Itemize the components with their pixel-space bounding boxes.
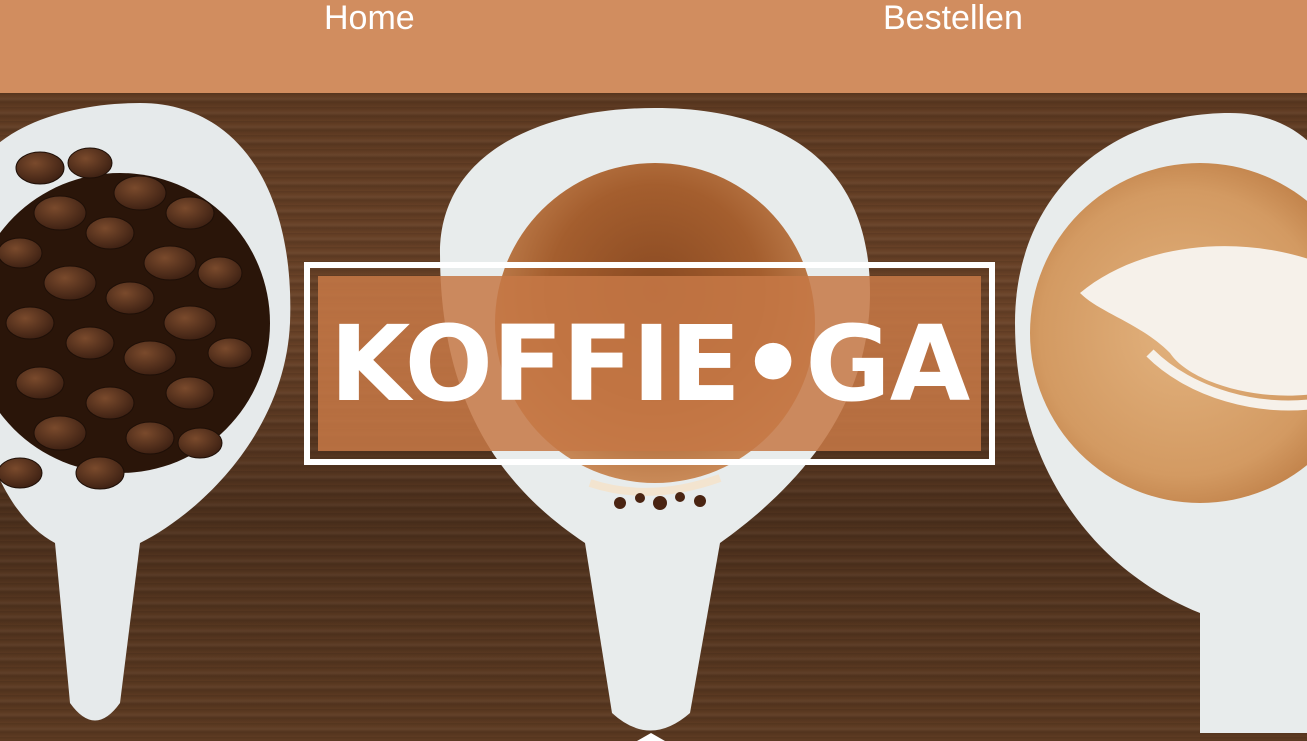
- latte-cup-icon: [1015, 113, 1307, 733]
- brand-logo-fill: KOFFIE•GA: [318, 276, 981, 451]
- nav-link-bestellen[interactable]: Bestellen: [883, 0, 1023, 38]
- top-nav-bar: Home Bestellen: [0, 0, 1307, 93]
- nav-link-home[interactable]: Home: [324, 0, 415, 38]
- brand-logo-text: KOFFIE•GA: [329, 302, 970, 425]
- brand-logo-frame: KOFFIE•GA: [304, 262, 995, 465]
- coffee-beans-cup-icon: [0, 103, 291, 721]
